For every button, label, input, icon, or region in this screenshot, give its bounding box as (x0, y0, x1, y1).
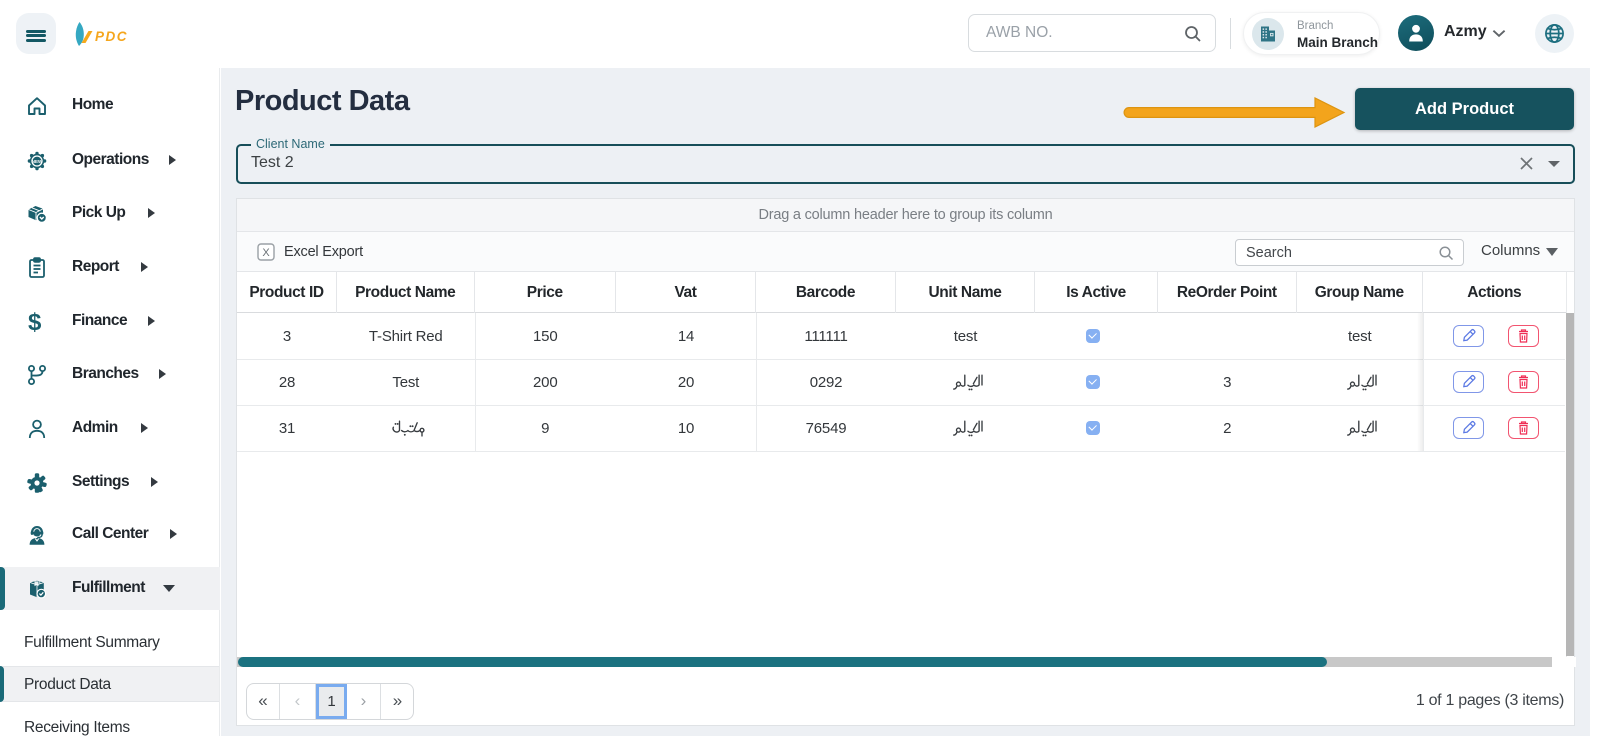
svg-text:X: X (262, 247, 270, 259)
svg-text:NEW: NEW (32, 159, 43, 164)
svg-text:PDC: PDC (95, 29, 128, 44)
